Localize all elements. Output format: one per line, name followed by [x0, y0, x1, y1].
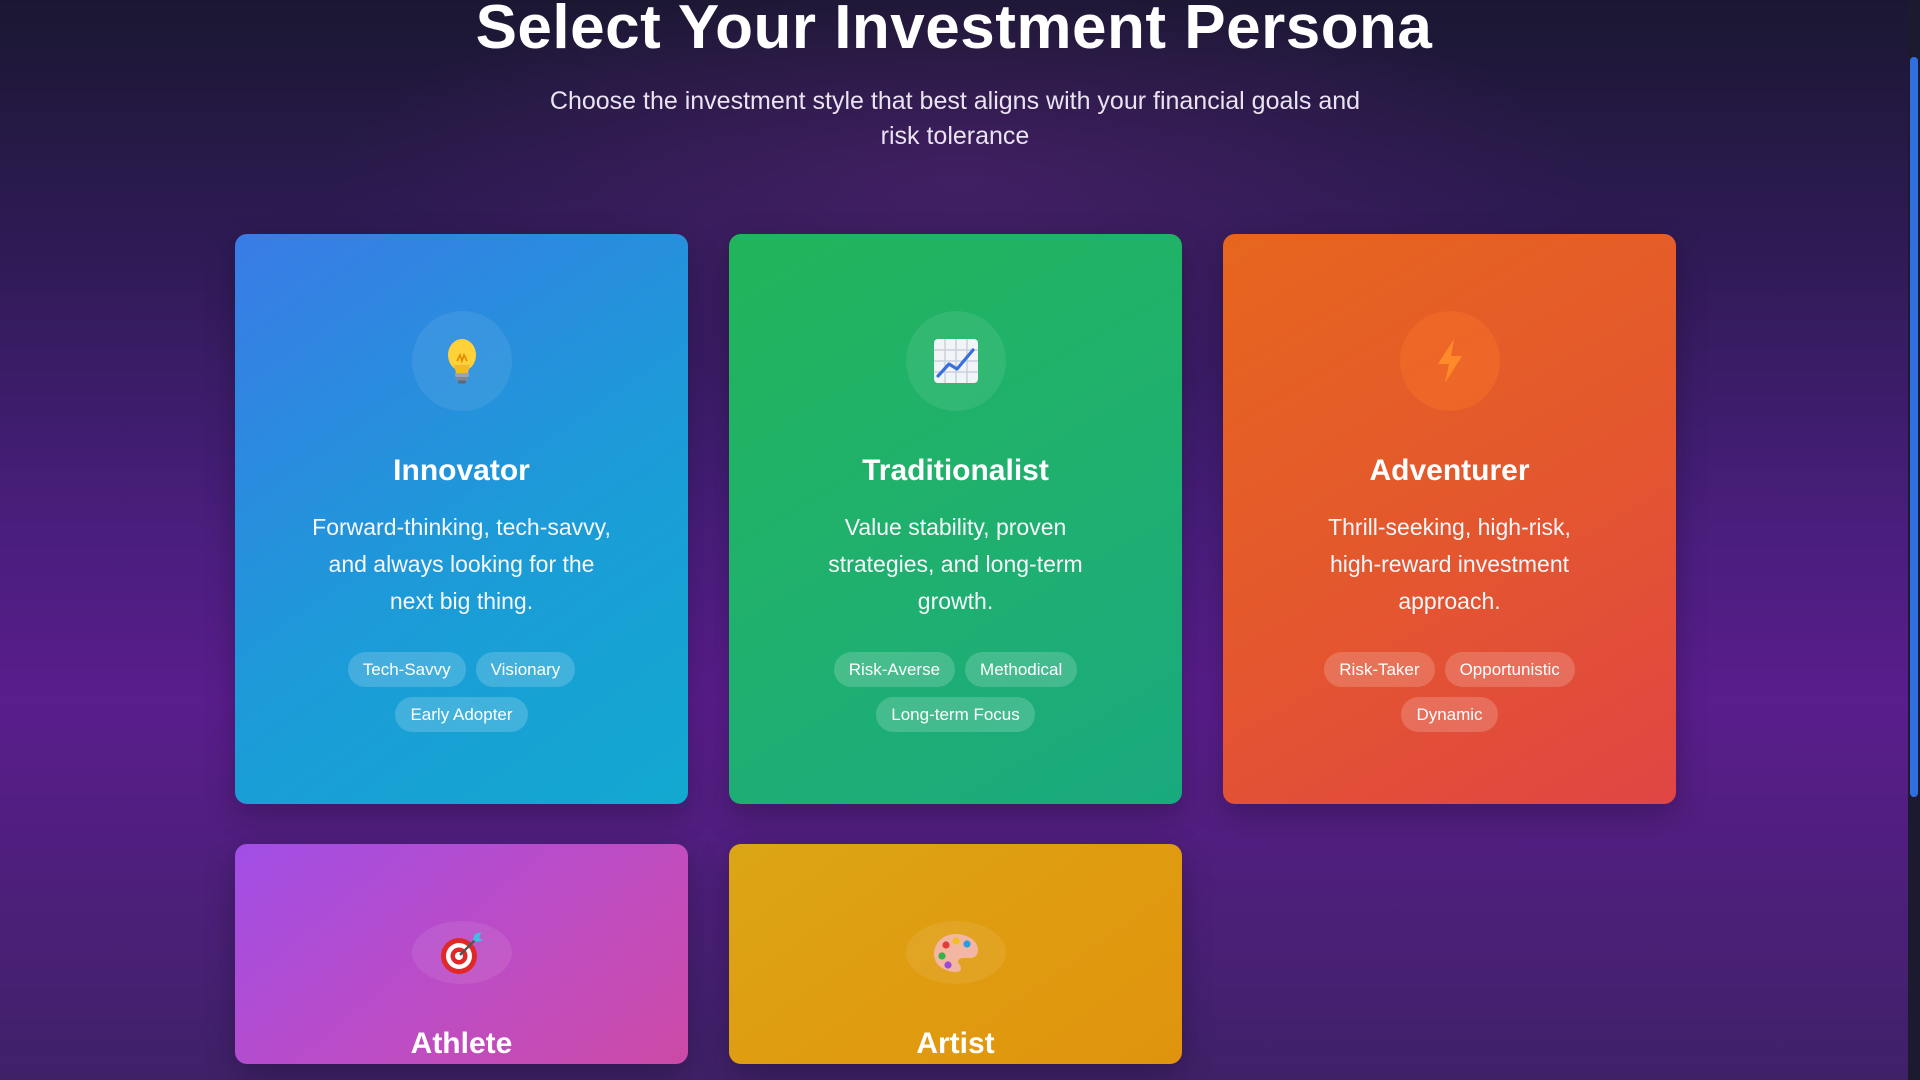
- artist-palette-icon: [905, 921, 1006, 984]
- persona-description: Thrill-seeking, high-risk, high-reward i…: [1328, 514, 1571, 614]
- persona-name: Traditionalist: [862, 454, 1049, 487]
- persona-tag: Tech-Savvy: [347, 652, 466, 687]
- persona-tag: Visionary: [475, 652, 576, 687]
- target-dart-icon: [411, 921, 512, 984]
- persona-tag: Long-term Focus: [876, 697, 1035, 732]
- persona-tags: Tech-Savvy Visionary Early Adopter: [312, 652, 612, 732]
- persona-tag: Opportunistic: [1444, 652, 1575, 687]
- persona-tags: Risk-Averse Methodical Long-term Focus: [806, 652, 1106, 732]
- lightning-bolt-icon: [1399, 311, 1500, 411]
- persona-name: Artist: [916, 1027, 995, 1060]
- persona-description: Forward-thinking, tech-savvy, and always…: [312, 514, 611, 614]
- persona-selection-page: Select Your Investment Persona Choose th…: [0, 0, 1908, 1080]
- persona-tags: Risk-Taker Opportunistic Dynamic: [1300, 652, 1600, 732]
- persona-card-artist[interactable]: Artist: [729, 844, 1182, 1064]
- persona-description: Value stability, proven strategies, and …: [828, 514, 1083, 614]
- persona-name: Innovator: [393, 454, 530, 487]
- persona-card-athlete[interactable]: Athlete: [235, 844, 688, 1064]
- persona-tag: Risk-Taker: [1324, 652, 1435, 687]
- persona-card-innovator[interactable]: Innovator Forward-thinking, tech-savvy, …: [235, 234, 688, 804]
- persona-tag: Dynamic: [1401, 697, 1498, 732]
- page-title: Select Your Investment Persona: [475, 0, 1433, 62]
- persona-tag: Early Adopter: [395, 697, 528, 732]
- persona-tag: Methodical: [965, 652, 1078, 687]
- persona-card-traditionalist[interactable]: Traditionalist Value stability, proven s…: [729, 234, 1182, 804]
- persona-card-adventurer[interactable]: Adventurer Thrill-seeking, high-risk, hi…: [1223, 234, 1676, 804]
- vertical-scrollbar[interactable]: [1908, 0, 1920, 1080]
- persona-name: Athlete: [410, 1027, 513, 1060]
- persona-name: Adventurer: [1369, 454, 1530, 487]
- scrollbar-thumb[interactable]: [1910, 57, 1918, 797]
- persona-tag: Risk-Averse: [833, 652, 956, 687]
- page-subtitle: Choose the investment style that best al…: [549, 87, 1361, 150]
- chart-increasing-icon: [905, 311, 1006, 411]
- persona-grid: Innovator Forward-thinking, tech-savvy, …: [235, 234, 1676, 1064]
- lightbulb-icon: [411, 311, 512, 411]
